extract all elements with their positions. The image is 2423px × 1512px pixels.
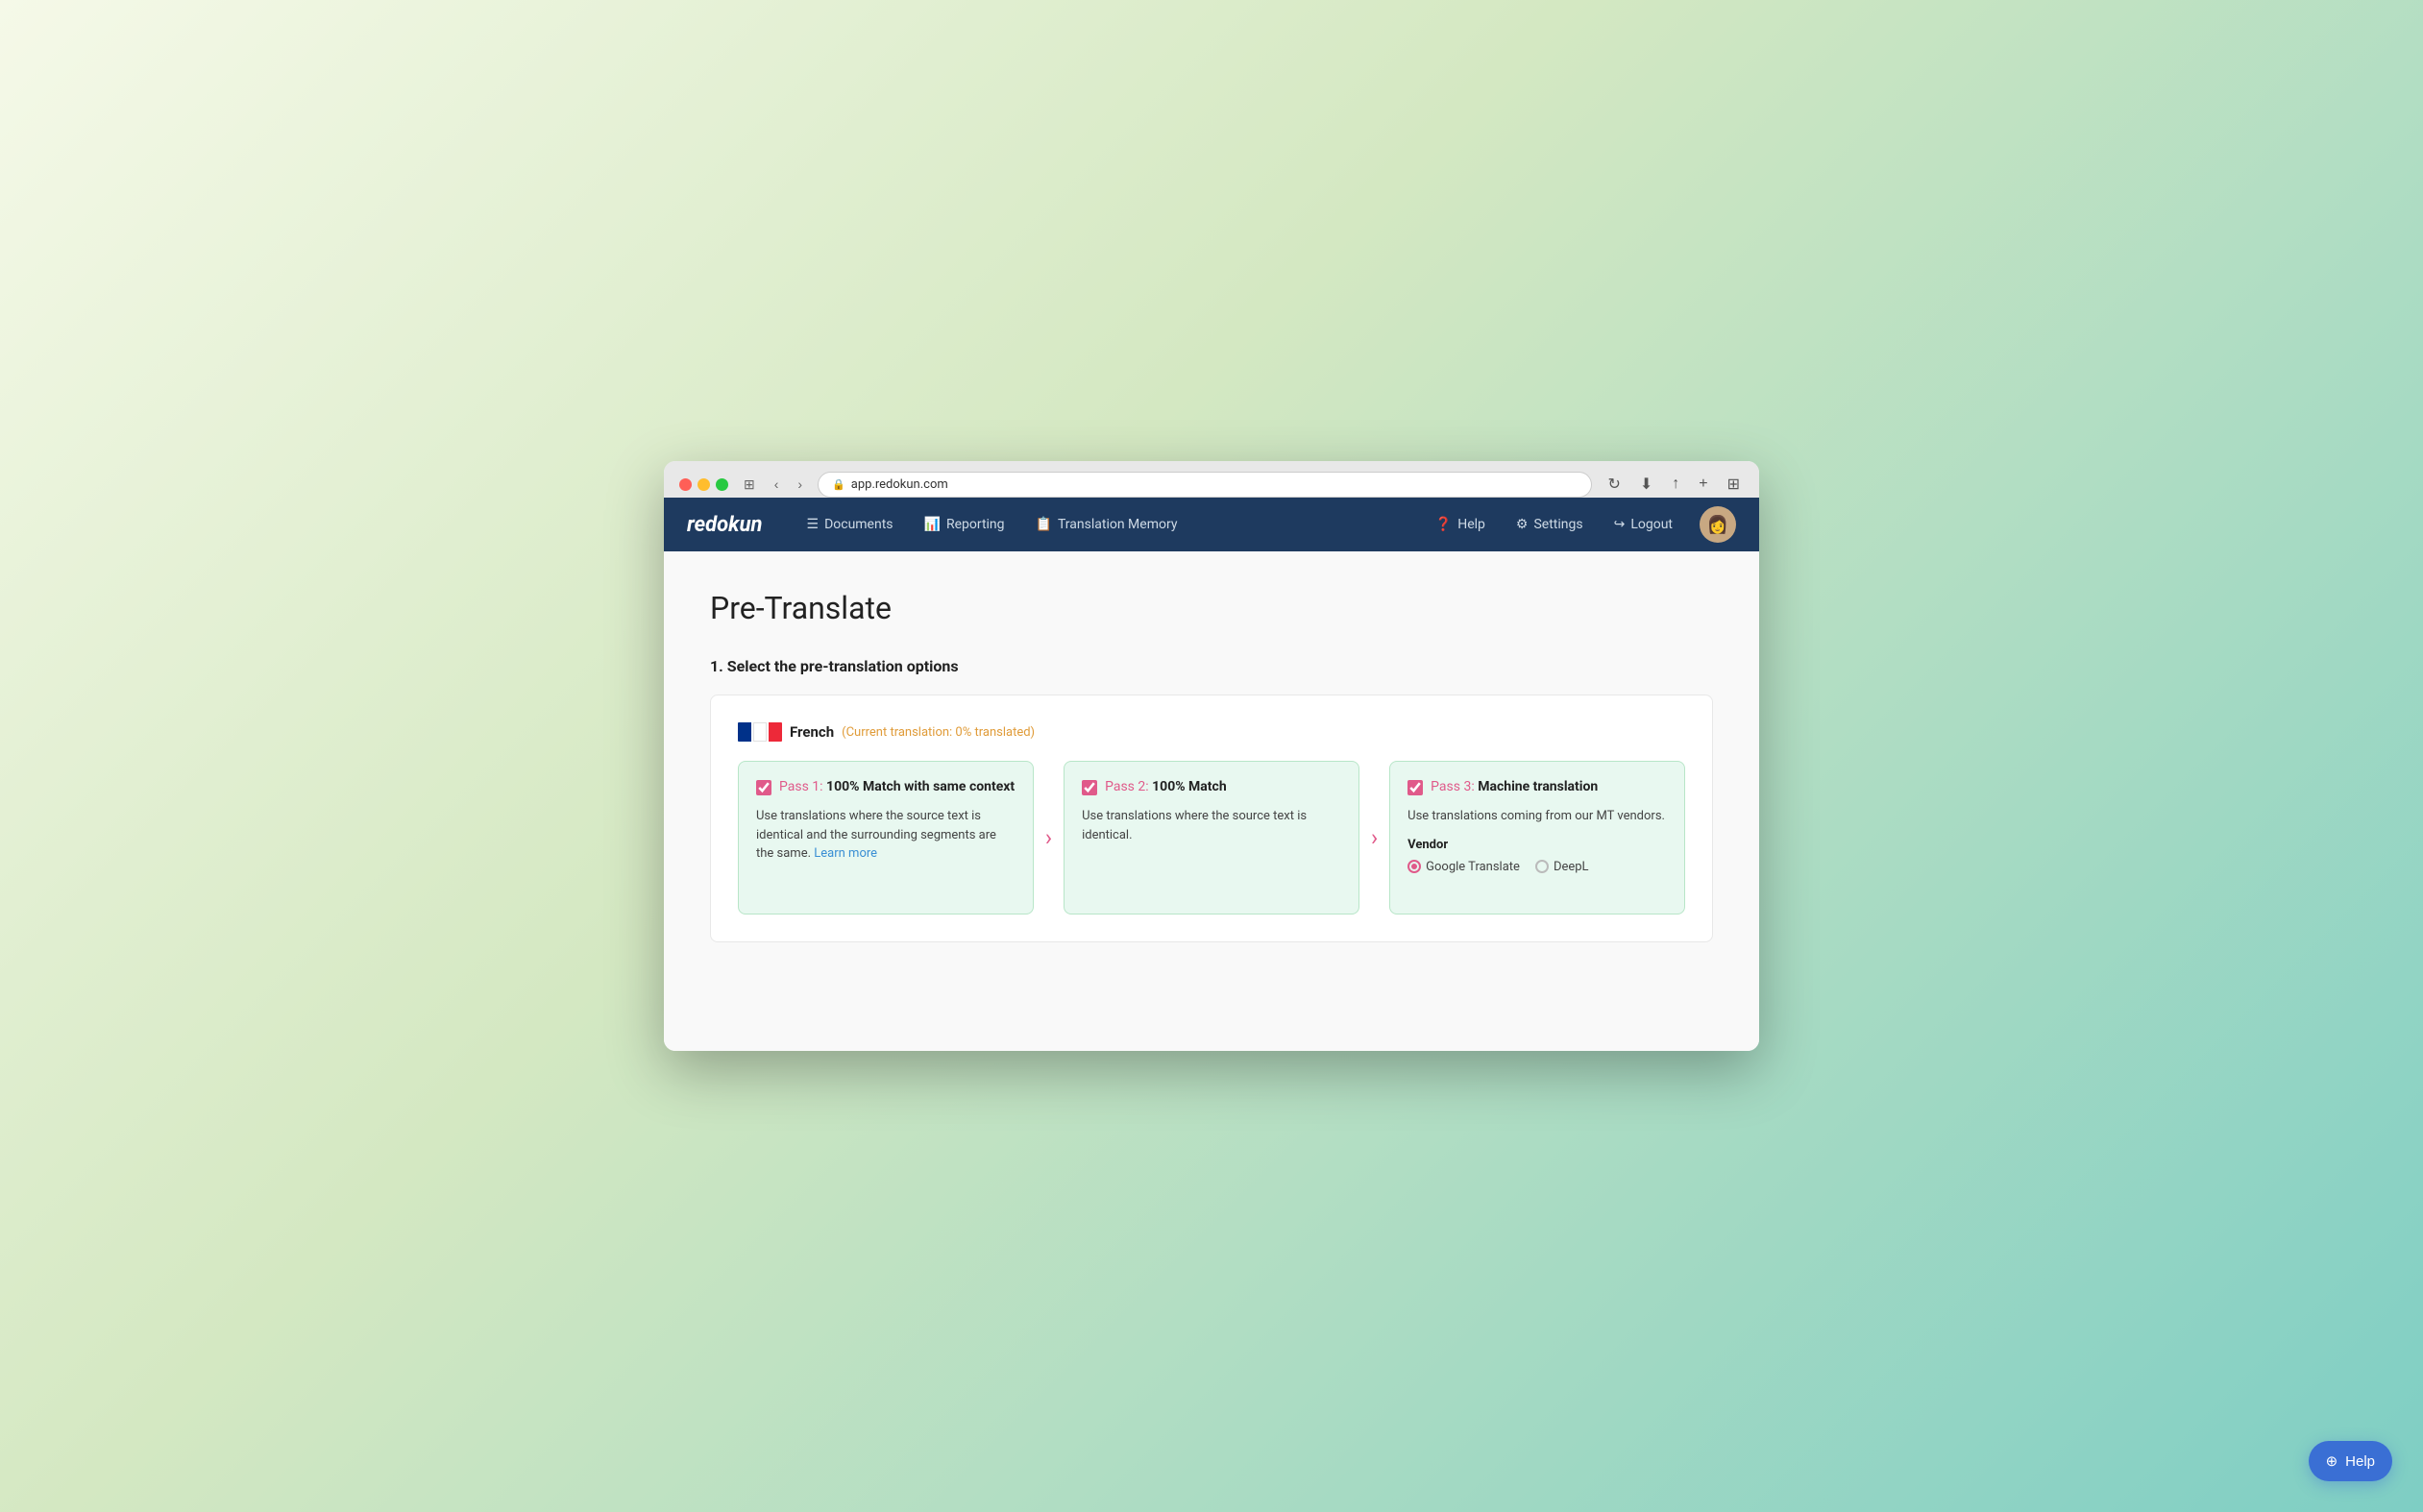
nav-reporting-label: Reporting bbox=[946, 517, 1005, 532]
google-translate-label: Google Translate bbox=[1426, 860, 1520, 874]
documents-icon: ☰ bbox=[807, 517, 820, 532]
nav-documents[interactable]: ☰ Documents bbox=[794, 509, 907, 540]
deepl-label: DeepL bbox=[1554, 860, 1589, 874]
pass-3-label: Pass 3: Machine translation bbox=[1431, 779, 1598, 794]
sidebar-toggle-button[interactable]: ⊞ bbox=[740, 475, 759, 495]
nav-reporting[interactable]: 📊 Reporting bbox=[911, 509, 1018, 540]
new-tab-button[interactable]: + bbox=[1695, 472, 1711, 497]
share-button[interactable]: ↑ bbox=[1668, 472, 1683, 497]
pass-3-checkbox[interactable] bbox=[1407, 780, 1423, 795]
app-logo[interactable]: redokun bbox=[687, 513, 763, 537]
pass-1-card: Pass 1: 100% Match with same context Use… bbox=[738, 761, 1034, 915]
language-header: French (Current translation: 0% translat… bbox=[738, 722, 1685, 742]
nav-translation-memory[interactable]: 📋 Translation Memory bbox=[1022, 509, 1191, 540]
nav-help-label: Help bbox=[1457, 517, 1485, 532]
pass-1-learn-more[interactable]: Learn more bbox=[814, 846, 877, 861]
download-button[interactable]: ⬇ bbox=[1636, 471, 1656, 498]
pass-2-label: Pass 2: 100% Match bbox=[1105, 779, 1227, 794]
help-nav-icon: ❓ bbox=[1435, 517, 1452, 532]
pass-3-title: Pass 3: Machine translation bbox=[1407, 779, 1667, 795]
french-flag bbox=[738, 722, 782, 742]
translation-memory-icon: 📋 bbox=[1036, 517, 1052, 532]
pass-2-title: Pass 2: 100% Match bbox=[1082, 779, 1341, 795]
language-name: French bbox=[790, 723, 834, 741]
section-heading: 1. Select the pre-translation options bbox=[710, 657, 1713, 675]
pass-1-description: Use translations where the source text i… bbox=[756, 807, 1016, 864]
vendor-section: Vendor Google Translate DeepL bbox=[1407, 838, 1667, 874]
avatar[interactable]: 👩 bbox=[1700, 506, 1736, 543]
address-bar[interactable]: 🔒 app.redokun.com bbox=[818, 472, 1592, 498]
pass-2-checkbox[interactable] bbox=[1082, 780, 1097, 795]
pass-2-card: Pass 2: 100% Match Use translations wher… bbox=[1064, 761, 1359, 915]
google-translate-radio[interactable] bbox=[1407, 860, 1421, 873]
help-fab-button[interactable]: ⊕ Help bbox=[2309, 1441, 2392, 1481]
reload-button[interactable]: ↻ bbox=[1603, 471, 1624, 498]
avatar-image: 👩 bbox=[1707, 515, 1728, 535]
browser-window: ⊞ ‹ › 🔒 app.redokun.com ↻ ⬇ ↑ + ⊞ redoku… bbox=[664, 461, 1759, 1051]
nav-settings-label: Settings bbox=[1533, 517, 1582, 532]
pass-1-label: Pass 1: 100% Match with same context bbox=[779, 779, 1015, 794]
flag-white bbox=[753, 722, 767, 742]
vendor-deepl[interactable]: DeepL bbox=[1535, 860, 1589, 874]
language-status: (Current translation: 0% translated) bbox=[842, 725, 1035, 740]
reporting-icon: 📊 bbox=[924, 517, 941, 532]
browser-chrome: ⊞ ‹ › 🔒 app.redokun.com ↻ ⬇ ↑ + ⊞ bbox=[664, 461, 1759, 498]
back-button[interactable]: ‹ bbox=[771, 475, 783, 494]
app-navbar: redokun ☰ Documents 📊 Reporting 📋 Transl… bbox=[664, 498, 1759, 551]
maximize-button[interactable] bbox=[716, 478, 728, 491]
help-fab-label: Help bbox=[2345, 1453, 2375, 1470]
nav-settings[interactable]: ⚙ Settings bbox=[1505, 509, 1595, 540]
traffic-lights bbox=[679, 478, 728, 491]
vendor-label: Vendor bbox=[1407, 838, 1667, 852]
passes-row: Pass 1: 100% Match with same context Use… bbox=[738, 761, 1685, 915]
pass-2-description: Use translations where the source text i… bbox=[1082, 807, 1341, 844]
pass-3-description: Use translations coming from our MT vend… bbox=[1407, 807, 1667, 826]
settings-icon: ⚙ bbox=[1516, 517, 1529, 532]
nav-help[interactable]: ❓ Help bbox=[1424, 509, 1497, 540]
nav-logout[interactable]: ↪ Logout bbox=[1603, 509, 1684, 540]
nav-links: ☰ Documents 📊 Reporting 📋 Translation Me… bbox=[794, 509, 1424, 540]
nav-translation-memory-label: Translation Memory bbox=[1058, 517, 1177, 532]
flag-red bbox=[769, 722, 782, 742]
options-card: French (Current translation: 0% translat… bbox=[710, 695, 1713, 942]
grid-view-button[interactable]: ⊞ bbox=[1724, 471, 1744, 498]
vendor-google[interactable]: Google Translate bbox=[1407, 860, 1520, 874]
arrow-1-icon: › bbox=[1045, 824, 1052, 851]
vendor-options: Google Translate DeepL bbox=[1407, 860, 1667, 874]
minimize-button[interactable] bbox=[698, 478, 710, 491]
logout-icon: ↪ bbox=[1614, 517, 1626, 532]
close-button[interactable] bbox=[679, 478, 692, 491]
nav-documents-label: Documents bbox=[824, 517, 893, 532]
nav-right: ❓ Help ⚙ Settings ↪ Logout 👩 bbox=[1424, 506, 1736, 543]
help-fab-icon: ⊕ bbox=[2326, 1452, 2338, 1470]
deepl-radio[interactable] bbox=[1535, 860, 1549, 873]
page-title: Pre-Translate bbox=[710, 590, 1713, 626]
browser-controls-row: ⊞ ‹ › 🔒 app.redokun.com ↻ ⬇ ↑ + ⊞ bbox=[679, 471, 1744, 498]
nav-logout-label: Logout bbox=[1630, 517, 1673, 532]
flag-blue bbox=[738, 722, 751, 742]
pass-3-card: Pass 3: Machine translation Use translat… bbox=[1389, 761, 1685, 915]
pass-1-checkbox[interactable] bbox=[756, 780, 771, 795]
forward-button[interactable]: › bbox=[794, 475, 806, 494]
url-text: app.redokun.com bbox=[851, 477, 948, 492]
page-content: Pre-Translate 1. Select the pre-translat… bbox=[664, 551, 1759, 1051]
lock-icon: 🔒 bbox=[832, 478, 845, 491]
pass-1-title: Pass 1: 100% Match with same context bbox=[756, 779, 1016, 795]
arrow-2-icon: › bbox=[1371, 824, 1378, 851]
